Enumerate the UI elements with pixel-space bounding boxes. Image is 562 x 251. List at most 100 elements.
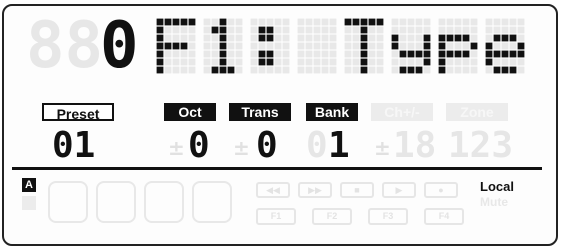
matrix-dot-on	[258, 50, 266, 58]
matrix-dot-off	[446, 58, 454, 66]
matrix-dot-on	[360, 34, 368, 42]
matrix-dot-on	[219, 58, 227, 66]
matrix-dot-on	[501, 34, 509, 42]
sign-trans: ±	[233, 136, 250, 160]
matrix-dot-on	[470, 42, 478, 50]
matrix-dot-off	[313, 26, 321, 34]
matrix-dot-off	[329, 34, 337, 42]
matrix-dot-off	[172, 26, 180, 34]
matrix-dot-off	[344, 66, 352, 74]
matrix-dot-off	[313, 34, 321, 42]
matrix-dot-off	[509, 18, 517, 26]
matrix-dot-off	[188, 50, 196, 58]
matrix-dot-off	[493, 18, 501, 26]
matrix-dot-off	[517, 66, 525, 74]
matrix-dot-off	[321, 58, 329, 66]
value-ch: 18	[393, 125, 437, 166]
matrix-dot-on	[423, 34, 431, 42]
matrix-dot-off	[485, 26, 493, 34]
matrix-dot-on	[219, 34, 227, 42]
matrix-dot-off	[266, 66, 274, 74]
ghost-digits: 88	[26, 9, 104, 83]
matrix-dot-off	[188, 58, 196, 66]
matrix-dot-off	[454, 26, 462, 34]
matrix-dot-off	[329, 66, 337, 74]
matrix-dot-off	[164, 26, 172, 34]
matrix-dot-off	[203, 42, 211, 50]
matrix-dot-off	[188, 42, 196, 50]
matrix-dot-off	[313, 58, 321, 66]
matrix-dot-off	[462, 42, 470, 50]
matrix-dot-off	[297, 26, 305, 34]
matrix-dot-off	[282, 34, 290, 42]
value-oct: 0	[188, 125, 210, 166]
matrix-dot-off	[211, 42, 219, 50]
matrix-dot-off	[313, 66, 321, 74]
matrix-dot-off	[227, 26, 235, 34]
matrix-dot-off	[399, 42, 407, 50]
matrix-dot-on	[438, 66, 446, 74]
matrix-dot-off	[305, 42, 313, 50]
matrix-dot-on	[517, 50, 525, 58]
matrix-dot-on	[211, 26, 219, 34]
matrix-dot-on	[266, 34, 274, 42]
matrix-dot-off	[235, 34, 243, 42]
matrix-dot-on	[423, 58, 431, 66]
matrix-dot-on	[376, 18, 384, 26]
matrix-dot-off	[235, 26, 243, 34]
matrix-dot-on	[211, 66, 219, 74]
matrix-dot-off	[462, 66, 470, 74]
matrix-dot-on	[360, 42, 368, 50]
matrix-dot-off	[493, 58, 501, 66]
matrix-dot-off	[329, 18, 337, 26]
matrix-dot-off	[501, 26, 509, 34]
matrix-dot-on	[156, 58, 164, 66]
matrix-dot-off	[227, 34, 235, 42]
matrix-dot-off	[227, 50, 235, 58]
matrix-dot-off	[446, 26, 454, 34]
matrix-dot-off	[462, 26, 470, 34]
local-indicator: Local	[480, 179, 514, 194]
matrix-dot-off	[391, 18, 399, 26]
matrix-dot-off	[376, 58, 384, 66]
matrix-dot-off	[211, 50, 219, 58]
matrix-char	[485, 18, 525, 74]
matrix-canvas	[156, 18, 525, 74]
matrix-dot-on	[360, 50, 368, 58]
mode-a-indicator: A	[22, 178, 36, 192]
matrix-dot-off	[415, 18, 423, 26]
matrix-dot-off	[517, 34, 525, 42]
matrix-dot-on	[493, 66, 501, 74]
matrix-dot-on	[360, 26, 368, 34]
matrix-dot-off	[485, 18, 493, 26]
patch-digit: 0	[100, 9, 139, 83]
matrix-dot-on	[415, 50, 423, 58]
matrix-dot-off	[258, 42, 266, 50]
matrix-dot-on	[266, 58, 274, 66]
label-preset: Preset	[42, 103, 114, 122]
matrix-dot-off	[297, 50, 305, 58]
label-trans: Trans	[229, 103, 291, 121]
matrix-dot-on	[407, 50, 415, 58]
matrix-dot-on	[423, 50, 431, 58]
matrix-dot-off	[313, 42, 321, 50]
pad-4	[192, 181, 232, 223]
matrix-dot-off	[391, 58, 399, 66]
matrix-dot-off	[454, 42, 462, 50]
matrix-dot-off	[211, 18, 219, 26]
matrix-dot-off	[321, 34, 329, 42]
matrix-dot-off	[203, 34, 211, 42]
matrix-dot-off	[274, 66, 282, 74]
matrix-dot-off	[391, 26, 399, 34]
value-zone: 123	[448, 125, 514, 166]
matrix-dot-on	[164, 42, 172, 50]
matrix-dot-off	[517, 58, 525, 66]
matrix-dot-on	[485, 50, 493, 58]
matrix-dot-off	[368, 34, 376, 42]
matrix-dot-off	[235, 42, 243, 50]
matrix-dot-off	[438, 18, 446, 26]
matrix-dot-off	[235, 18, 243, 26]
matrix-dot-on	[219, 42, 227, 50]
matrix-dot-off	[164, 34, 172, 42]
matrix-dot-off	[446, 18, 454, 26]
